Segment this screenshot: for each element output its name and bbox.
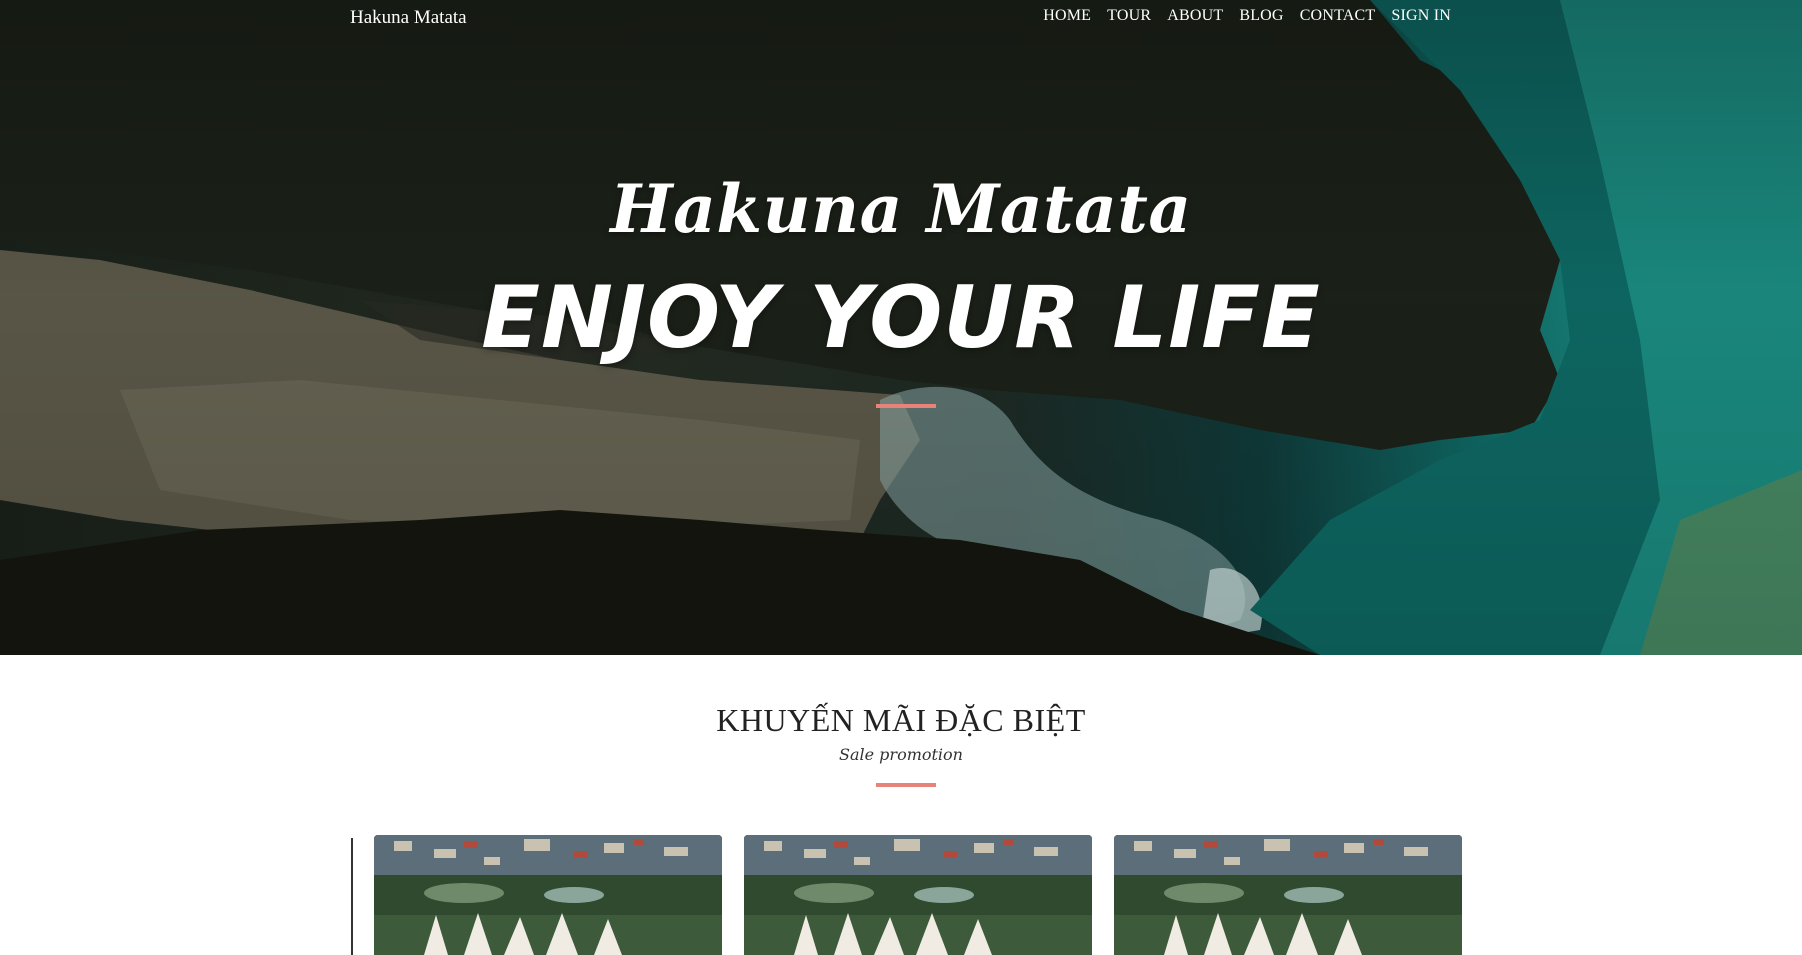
resort-aerial-image — [1114, 835, 1462, 955]
promo-card-2[interactable] — [744, 835, 1092, 955]
top-navbar: Hakuna Matata HOME TOUR ABOUT BLOG CONTA… — [0, 0, 1802, 34]
nav-about-link[interactable]: ABOUT — [1167, 7, 1223, 24]
nav-menu: HOME TOUR ABOUT BLOG CONTACT SIGN IN — [1043, 7, 1451, 25]
nav-contact-link[interactable]: CONTACT — [1300, 7, 1376, 24]
hero-banner: Hakuna Matata HOME TOUR ABOUT BLOG CONTA… — [0, 0, 1802, 655]
hero-title: Hakuna Matata — [610, 170, 1192, 248]
promotion-heading: KHUYẾN MÃI ĐẶC BIỆT — [716, 702, 1086, 738]
nav-sign-in-link[interactable]: SIGN IN — [1391, 7, 1451, 24]
resort-aerial-image — [744, 835, 1092, 955]
promotion-subheading: Sale promotion — [839, 745, 963, 764]
promo-card-3[interactable] — [1114, 835, 1462, 955]
nav-home-link[interactable]: HOME — [1043, 7, 1091, 24]
hero-subtitle: ENJOY YOUR LIFE — [481, 268, 1321, 368]
resort-aerial-image — [374, 835, 722, 955]
nav-tour-link[interactable]: TOUR — [1107, 7, 1151, 24]
carousel-edge — [351, 838, 353, 955]
hero-divider — [876, 404, 936, 408]
nav-blog-link[interactable]: BLOG — [1239, 7, 1283, 24]
promo-card-1[interactable] — [374, 835, 722, 955]
promotion-divider — [876, 783, 936, 787]
brand-logo-link[interactable]: Hakuna Matata — [350, 7, 467, 29]
